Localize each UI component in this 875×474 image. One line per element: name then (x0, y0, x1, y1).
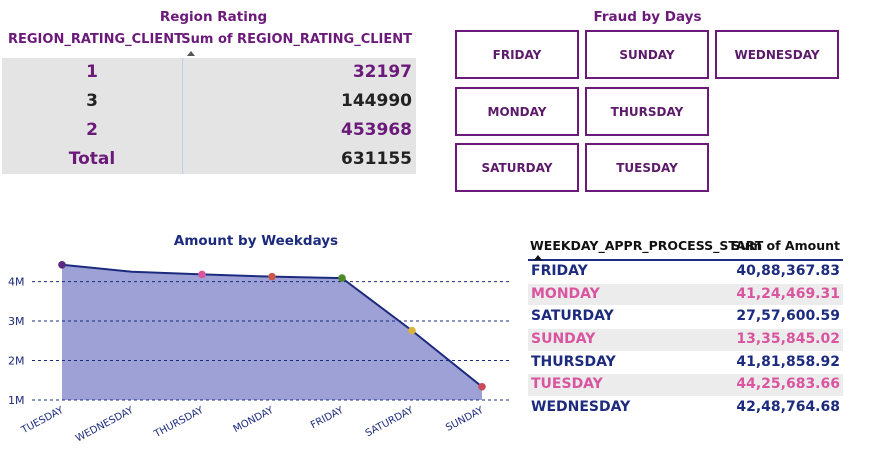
sum-cell: 144990 (341, 91, 412, 111)
sum-cell: 32197 (352, 62, 412, 82)
region-rating-body: 1 32197 3 144990 2 453968 Total 631155 (2, 58, 416, 174)
fraud-by-days-title: Fraud by Days (593, 9, 702, 25)
data-point (478, 382, 486, 391)
data-point (408, 326, 416, 335)
weekday-cell: WEDNESDAY (531, 399, 631, 416)
x-tick-label: SATURDAY (364, 405, 416, 440)
rating-cell: 3 (86, 91, 98, 111)
amount-cell: 41,24,469.31 (736, 285, 840, 302)
table-row[interactable]: 1 32197 (2, 58, 416, 87)
weekday-cell: TUESDAY (531, 376, 603, 393)
day-button-monday[interactable]: MONDAY (455, 87, 579, 136)
table-row[interactable]: FRIDAY 40,88,367.83 (528, 261, 843, 284)
table-row[interactable]: THURSDAY 41,81,858.92 (528, 351, 843, 375)
table-row[interactable]: 3 144990 (2, 87, 416, 116)
y-tick-label: 1M (8, 394, 25, 407)
amount-cell: 44,25,683.66 (736, 376, 840, 393)
day-button-wednesday[interactable]: WEDNESDAY (715, 30, 839, 79)
amount-by-weekdays-title: Amount by Weekdays (173, 233, 339, 249)
region-rating-client-header[interactable]: REGION_RATING_CLIENT (8, 32, 183, 47)
data-point (338, 274, 346, 282)
weekday-column-header[interactable]: WEEKDAY_APPR_PROCESS_START (530, 238, 763, 253)
region-rating-title: Region Rating (159, 9, 268, 25)
sort-ascending-icon[interactable] (187, 51, 195, 56)
weekday-cell: FRIDAY (531, 263, 588, 279)
amount-cell: 40,88,367.83 (736, 263, 840, 279)
sum-region-rating-header[interactable]: Sum of REGION_RATING_CLIENT (181, 32, 412, 47)
table-row[interactable]: 2 453968 (2, 116, 416, 145)
total-label: Total (68, 149, 116, 169)
x-tick-label: WEDNESDAY (74, 405, 136, 445)
rating-cell: 2 (86, 120, 98, 140)
weekday-cell: MONDAY (531, 285, 600, 302)
total-value: 631155 (341, 149, 412, 169)
weekday-cell: THURSDAY (531, 353, 616, 370)
amount-cell: 13,35,845.02 (736, 331, 840, 348)
y-tick-label: 3M (8, 315, 25, 328)
data-point (268, 272, 276, 281)
table-row[interactable]: TUESDAY 44,25,683.66 (528, 374, 843, 398)
table-row[interactable]: SATURDAY 27,57,600.59 (528, 306, 843, 330)
data-point (58, 260, 66, 269)
amount-cell: 42,48,764.68 (736, 399, 840, 416)
weekday-cell: SATURDAY (531, 308, 614, 325)
x-tick-label: FRIDAY (309, 405, 346, 432)
weekday-cell: SUNDAY (531, 331, 596, 348)
region-rating-table: REGION_RATING_CLIENT Sum of REGION_RATIN… (2, 30, 416, 174)
sum-of-amount-column-header[interactable]: Sum of Amount (731, 238, 840, 253)
sort-ascending-icon[interactable] (534, 255, 542, 260)
amount-by-weekdays-chart: 1M 2M 3M 4M TUESDAY WEDNESDAY THURSDAY MONDAY FR… (8, 260, 512, 445)
y-tick-label: 2M (8, 355, 25, 368)
total-row: Total 631155 (2, 145, 416, 174)
region-rating-header: REGION_RATING_CLIENT Sum of REGION_RATIN… (2, 30, 416, 58)
amount-table: WEEKDAY_APPR_PROCESS_START Sum of Amount… (528, 236, 843, 420)
table-row[interactable]: SUNDAY 13,35,845.02 (528, 329, 843, 352)
day-button-saturday[interactable]: SATURDAY (455, 143, 579, 192)
y-tick-label: 4M (8, 276, 25, 289)
x-tick-label: TUESDAY (19, 405, 66, 437)
rating-cell: 1 (86, 62, 98, 82)
table-row[interactable]: MONDAY 41,24,469.31 (528, 283, 843, 307)
day-button-sunday[interactable]: SUNDAY (585, 30, 709, 79)
table-row[interactable]: WEDNESDAY 42,48,764.68 (528, 397, 843, 420)
x-tick-label: SUNDAY (444, 405, 486, 434)
x-tick-label: THURSDAY (152, 405, 206, 441)
day-button-tuesday[interactable]: TUESDAY (585, 143, 709, 192)
sum-cell: 453968 (341, 120, 412, 140)
amount-table-body: FRIDAY 40,88,367.83 MONDAY 41,24,469.31 … (528, 261, 843, 420)
amount-cell: 41,81,858.92 (736, 353, 840, 370)
amount-cell: 27,57,600.59 (736, 308, 840, 325)
amount-table-header: WEEKDAY_APPR_PROCESS_START Sum of Amount (528, 236, 843, 261)
x-tick-label: MONDAY (232, 405, 277, 436)
area-fill (62, 264, 482, 400)
day-button-friday[interactable]: FRIDAY (455, 30, 579, 79)
day-button-thursday[interactable]: THURSDAY (585, 87, 709, 136)
data-point (198, 270, 206, 279)
